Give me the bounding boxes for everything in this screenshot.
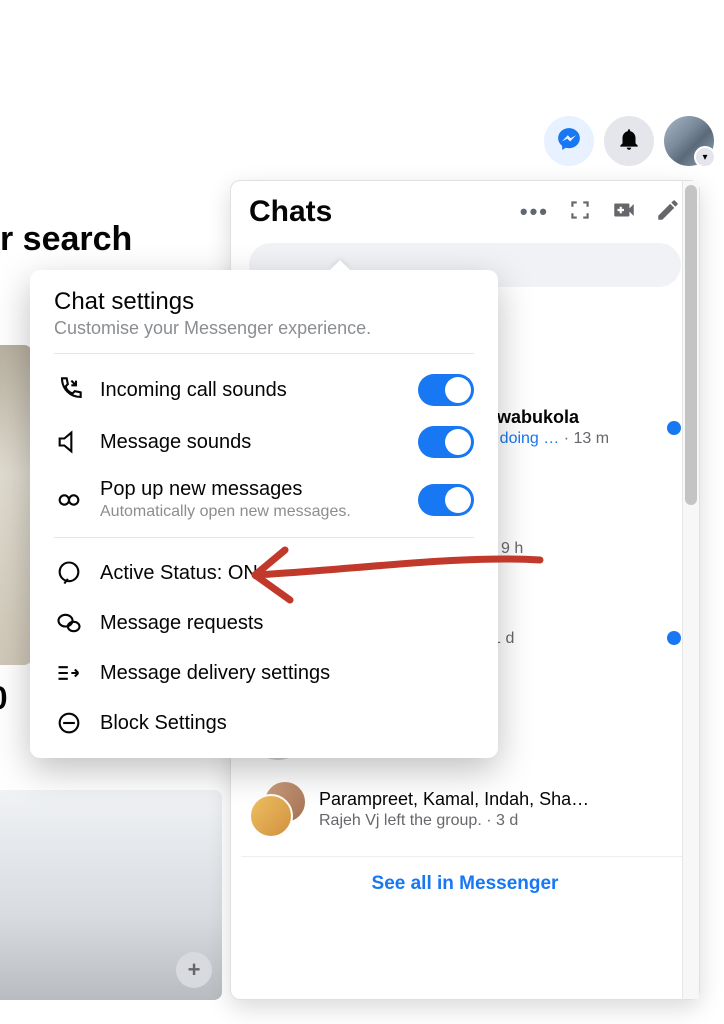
setting-label: Incoming call sounds bbox=[100, 379, 402, 402]
setting-incoming-call-sounds[interactable]: Incoming call sounds bbox=[54, 364, 474, 416]
scrollbar[interactable] bbox=[682, 181, 699, 999]
year-heading-partial: 20 bbox=[0, 680, 8, 717]
account-avatar[interactable]: ▾ bbox=[664, 116, 714, 166]
search-heading-partial: r search bbox=[0, 220, 132, 259]
setting-label: Message sounds bbox=[100, 431, 402, 454]
notifications-button[interactable] bbox=[604, 116, 654, 166]
link-icon bbox=[54, 485, 84, 515]
toggle-on[interactable] bbox=[418, 484, 474, 516]
chat-bubbles-icon bbox=[54, 608, 84, 638]
chats-toolbar: ••• bbox=[520, 197, 681, 228]
group-avatar bbox=[249, 780, 307, 838]
messenger-icon bbox=[556, 126, 582, 157]
chats-title: Chats bbox=[249, 195, 332, 229]
settings-subtitle: Customise your Messenger experience. bbox=[54, 318, 474, 339]
video-call-button[interactable] bbox=[611, 197, 637, 228]
setting-note: Automatically open new messages. bbox=[100, 503, 402, 521]
messenger-button[interactable] bbox=[544, 116, 594, 166]
conversation-item[interactable]: Parampreet, Kamal, Indah, Sha… Rajeh Vj … bbox=[241, 770, 689, 848]
setting-message-requests[interactable]: Message requests bbox=[54, 598, 474, 648]
chat-bubble-icon bbox=[54, 558, 84, 588]
conversation-time: · 13 m bbox=[564, 430, 609, 447]
conversation-name: luwabukola bbox=[481, 407, 655, 428]
toggle-on[interactable] bbox=[418, 426, 474, 458]
conversation-preview: Rajeh Vj left the group. bbox=[319, 812, 482, 829]
see-all-messenger-link[interactable]: See all in Messenger bbox=[241, 856, 689, 899]
chat-settings-popover: Chat settings Customise your Messenger e… bbox=[30, 270, 498, 758]
arrow-right-lines-icon bbox=[54, 658, 84, 688]
top-nav: ▾ bbox=[544, 116, 714, 166]
speaker-icon bbox=[54, 427, 84, 457]
block-icon bbox=[54, 708, 84, 738]
unread-indicator bbox=[667, 631, 681, 645]
conversation-time: · 3 d bbox=[486, 812, 518, 829]
setting-label: Message delivery settings bbox=[100, 662, 474, 685]
compose-button[interactable] bbox=[655, 197, 681, 228]
setting-delivery[interactable]: Message delivery settings bbox=[54, 648, 474, 698]
setting-label: Message requests bbox=[100, 612, 474, 635]
setting-label: Active Status: ON bbox=[100, 562, 474, 585]
toggle-on[interactable] bbox=[418, 374, 474, 406]
setting-popup-messages[interactable]: Pop up new messages Automatically open n… bbox=[54, 468, 474, 531]
setting-label: Pop up new messages bbox=[100, 478, 402, 501]
conversation-preview: 9 h bbox=[501, 540, 523, 557]
divider bbox=[54, 353, 474, 354]
chevron-down-icon: ▾ bbox=[694, 146, 716, 168]
phone-incoming-icon bbox=[54, 375, 84, 405]
settings-title: Chat settings bbox=[54, 288, 474, 316]
setting-label: Block Settings bbox=[100, 712, 474, 735]
unread-indicator bbox=[667, 421, 681, 435]
background-image-top bbox=[0, 345, 32, 665]
conversation-name: Parampreet, Kamal, Indah, Sha… bbox=[319, 789, 681, 810]
setting-active-status[interactable]: Active Status: ON bbox=[54, 548, 474, 598]
setting-block[interactable]: Block Settings bbox=[54, 698, 474, 748]
bell-icon bbox=[616, 126, 642, 157]
expand-icon[interactable] bbox=[567, 197, 593, 228]
divider bbox=[54, 537, 474, 538]
setting-message-sounds[interactable]: Message sounds bbox=[54, 416, 474, 468]
add-button[interactable]: + bbox=[176, 952, 212, 988]
